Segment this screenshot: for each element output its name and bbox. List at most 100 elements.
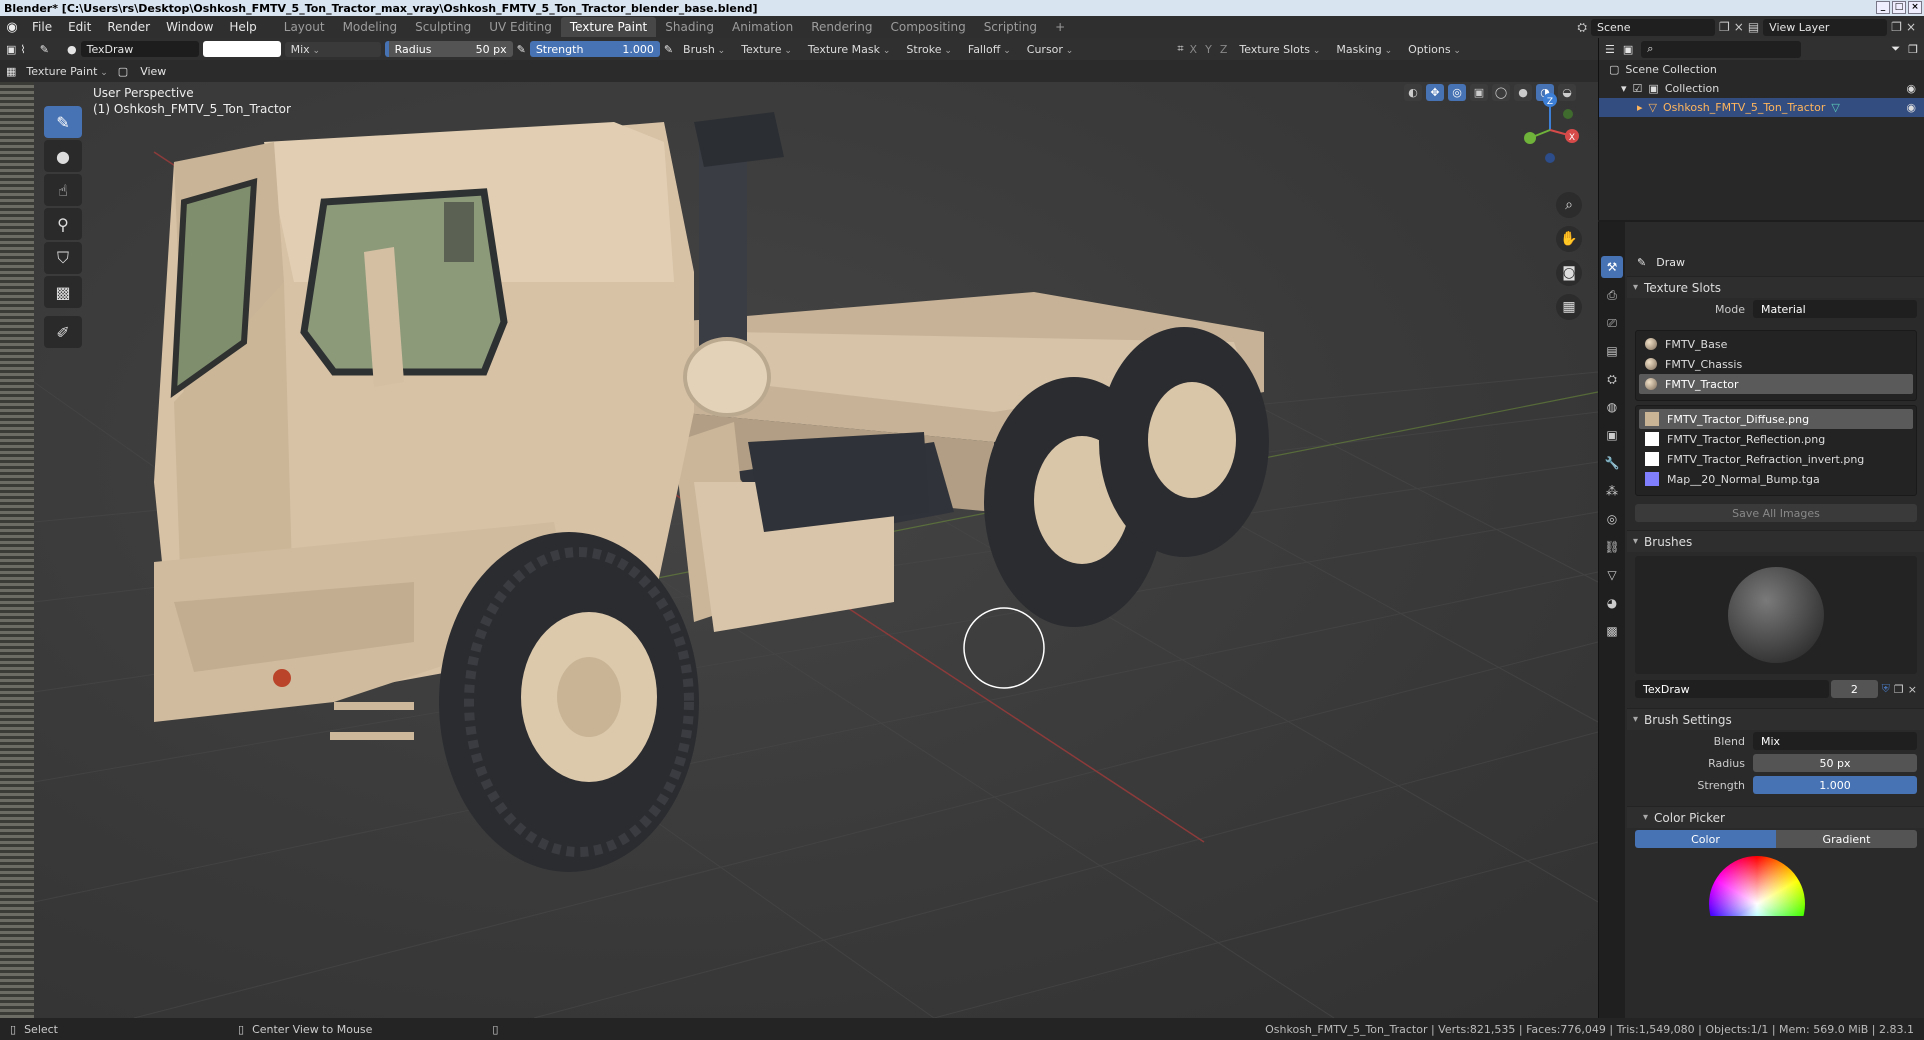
menu-brush[interactable]: Brush <box>677 42 731 57</box>
checkbox-icon[interactable]: ☑ <box>1633 82 1643 95</box>
new-collection-icon[interactable]: ❐ <box>1908 43 1918 56</box>
save-all-images-button[interactable]: Save All Images <box>1635 504 1917 522</box>
list-item[interactable]: FMTV_Tractor_Refraction_invert.png <box>1639 449 1913 469</box>
brush-name-field[interactable]: TexDraw <box>1635 680 1830 698</box>
new-view-layer-icon[interactable]: ❐ <box>1891 20 1902 34</box>
paint-color-swatch[interactable] <box>202 41 281 57</box>
menu-stroke[interactable]: Stroke <box>900 42 957 57</box>
symmetry-x[interactable]: X <box>1188 43 1200 56</box>
menu-falloff[interactable]: Falloff <box>962 42 1017 57</box>
list-item[interactable]: FMTV_Tractor_Reflection.png <box>1639 429 1913 449</box>
blend-mode-dropdown[interactable]: Mix <box>284 41 381 57</box>
mask-toggle-icon[interactable]: ▢ <box>118 65 128 78</box>
clone-tool-icon[interactable]: ⚲ <box>44 208 82 240</box>
xray-icon[interactable]: ▣ <box>1470 84 1488 101</box>
menu-view[interactable]: View <box>132 64 174 79</box>
material-tab-icon[interactable]: ◕ <box>1601 592 1623 614</box>
object-tab-icon[interactable]: ▣ <box>1601 424 1623 446</box>
symmetry-y[interactable]: Y <box>1203 43 1214 56</box>
wireframe-shading-icon[interactable]: ◯ <box>1492 84 1510 101</box>
list-item[interactable]: FMTV_Chassis <box>1639 354 1913 374</box>
brush-settings-panel-header[interactable]: Brush Settings <box>1627 708 1924 730</box>
eye-icon[interactable]: ◉ <box>1906 82 1916 95</box>
brush-name-field[interactable]: TexDraw <box>80 41 199 57</box>
ortho-grid-icon[interactable]: ▦ <box>1556 294 1582 320</box>
tool-icon[interactable]: ⌇ <box>20 43 25 56</box>
duplicate-brush-icon[interactable]: ❐ <box>1894 683 1904 696</box>
color-picker-subpanel-header[interactable]: Color Picker <box>1627 806 1924 828</box>
image-editor-strip[interactable] <box>0 82 34 1018</box>
minimize-button[interactable]: _ <box>1876 1 1890 14</box>
tab-texture-paint[interactable]: Texture Paint <box>560 17 657 37</box>
delete-scene-icon[interactable]: × <box>1734 20 1744 34</box>
modifier-tab-icon[interactable]: 🔧 <box>1601 452 1623 474</box>
eye-icon[interactable]: ◉ <box>1906 101 1916 114</box>
brush-users-count[interactable]: 2 <box>1831 680 1878 698</box>
tab-layout[interactable]: Layout <box>275 17 334 37</box>
menu-masking[interactable]: Masking <box>1330 42 1398 57</box>
menu-window[interactable]: Window <box>158 20 221 34</box>
smear-tool-icon[interactable]: ☝ <box>44 174 82 206</box>
symmetry-icon[interactable]: ⌗ <box>1177 42 1183 56</box>
mode-dropdown[interactable]: Texture Paint <box>20 64 113 79</box>
view-layer-tab-icon[interactable]: ▤ <box>1601 340 1623 362</box>
color-tab[interactable]: Color <box>1635 830 1776 848</box>
viewport-scene[interactable] <box>34 82 1598 1018</box>
tab-animation[interactable]: Animation <box>723 17 802 37</box>
expand-arrow-icon[interactable]: ▸ <box>1637 101 1643 114</box>
gizmo-toggle-icon[interactable]: ✥ <box>1426 84 1444 101</box>
unlink-brush-icon[interactable]: × <box>1908 683 1917 696</box>
radius-slider[interactable]: Radius 50 px <box>384 41 513 57</box>
blender-logo-icon[interactable]: ◉ <box>0 20 24 35</box>
gradient-tab[interactable]: Gradient <box>1776 830 1917 848</box>
texture-slots-panel-header[interactable]: Texture Slots <box>1627 276 1924 298</box>
tab-rendering[interactable]: Rendering <box>802 17 881 37</box>
zoom-icon[interactable]: ⌕ <box>1556 192 1582 218</box>
strength-pressure-icon[interactable]: ✎ <box>664 43 673 56</box>
brush-icon[interactable]: ✎ <box>40 43 49 56</box>
tab-uv-editing[interactable]: UV Editing <box>480 17 561 37</box>
maximize-button[interactable]: □ <box>1892 1 1906 14</box>
physics-tab-icon[interactable]: ◎ <box>1601 508 1623 530</box>
scene-tab-icon[interactable]: ⛭ <box>1601 368 1623 390</box>
editor-type-icon[interactable]: ▣ <box>6 43 16 56</box>
camera-icon[interactable]: ◙ <box>1556 260 1582 286</box>
expand-arrow-icon[interactable]: ▾ <box>1621 82 1627 95</box>
output-tab-icon[interactable]: ⎚ <box>1601 312 1623 334</box>
filter-icon[interactable]: ⏷ <box>1891 42 1900 56</box>
delete-view-layer-icon[interactable]: × <box>1906 20 1916 34</box>
close-window-button[interactable]: × <box>1908 1 1922 14</box>
outliner-editor-icon[interactable]: ☰ <box>1605 43 1615 56</box>
new-scene-icon[interactable]: ❐ <box>1719 20 1730 34</box>
menu-options[interactable]: Options <box>1402 42 1467 57</box>
menu-texture-slots[interactable]: Texture Slots <box>1233 42 1326 57</box>
radius-pressure-icon[interactable]: ✎ <box>517 43 526 56</box>
tab-shading[interactable]: Shading <box>656 17 723 37</box>
outliner-object-row[interactable]: ▸ ▽ Oshkosh_FMTV_5_Ton_Tractor ▽ ◉ <box>1599 98 1924 117</box>
overlay-toggle-icon[interactable]: ◎ <box>1448 84 1466 101</box>
pan-hand-icon[interactable]: ✋ <box>1556 226 1582 252</box>
outliner-search-input[interactable]: ⌕ <box>1641 40 1802 58</box>
outliner-collection[interactable]: ▾ ☑ ▣ Collection ◉ <box>1599 79 1924 98</box>
tab-compositing[interactable]: Compositing <box>881 17 974 37</box>
mode-dropdown[interactable]: Material <box>1753 300 1917 318</box>
menu-texture-mask[interactable]: Texture Mask <box>802 42 897 57</box>
blend-dropdown[interactable]: Mix <box>1753 732 1917 750</box>
strength-field[interactable]: 1.000 <box>1753 776 1917 794</box>
3d-viewport[interactable]: User Perspective (1) Oshkosh_FMTV_5_Ton_… <box>34 82 1598 1018</box>
tab-modeling[interactable]: Modeling <box>334 17 407 37</box>
soften-tool-icon[interactable]: ● <box>44 140 82 172</box>
list-item[interactable]: Map__20_Normal_Bump.tga <box>1639 469 1913 489</box>
particles-tab-icon[interactable]: ⁂ <box>1601 480 1623 502</box>
menu-file[interactable]: File <box>24 20 60 34</box>
menu-render[interactable]: Render <box>99 20 158 34</box>
tab-sculpting[interactable]: Sculpting <box>406 17 480 37</box>
brush-preview[interactable] <box>1635 556 1917 674</box>
tab-scripting[interactable]: Scripting <box>975 17 1046 37</box>
fill-tool-icon[interactable]: ⛉ <box>44 242 82 274</box>
render-tab-icon[interactable]: ⎙ <box>1601 284 1623 306</box>
menu-help[interactable]: Help <box>221 20 264 34</box>
fake-user-icon[interactable]: ⛨ <box>1882 682 1890 696</box>
tool-tab-icon[interactable]: ⚒ <box>1601 256 1623 278</box>
data-tab-icon[interactable]: ▽ <box>1601 564 1623 586</box>
